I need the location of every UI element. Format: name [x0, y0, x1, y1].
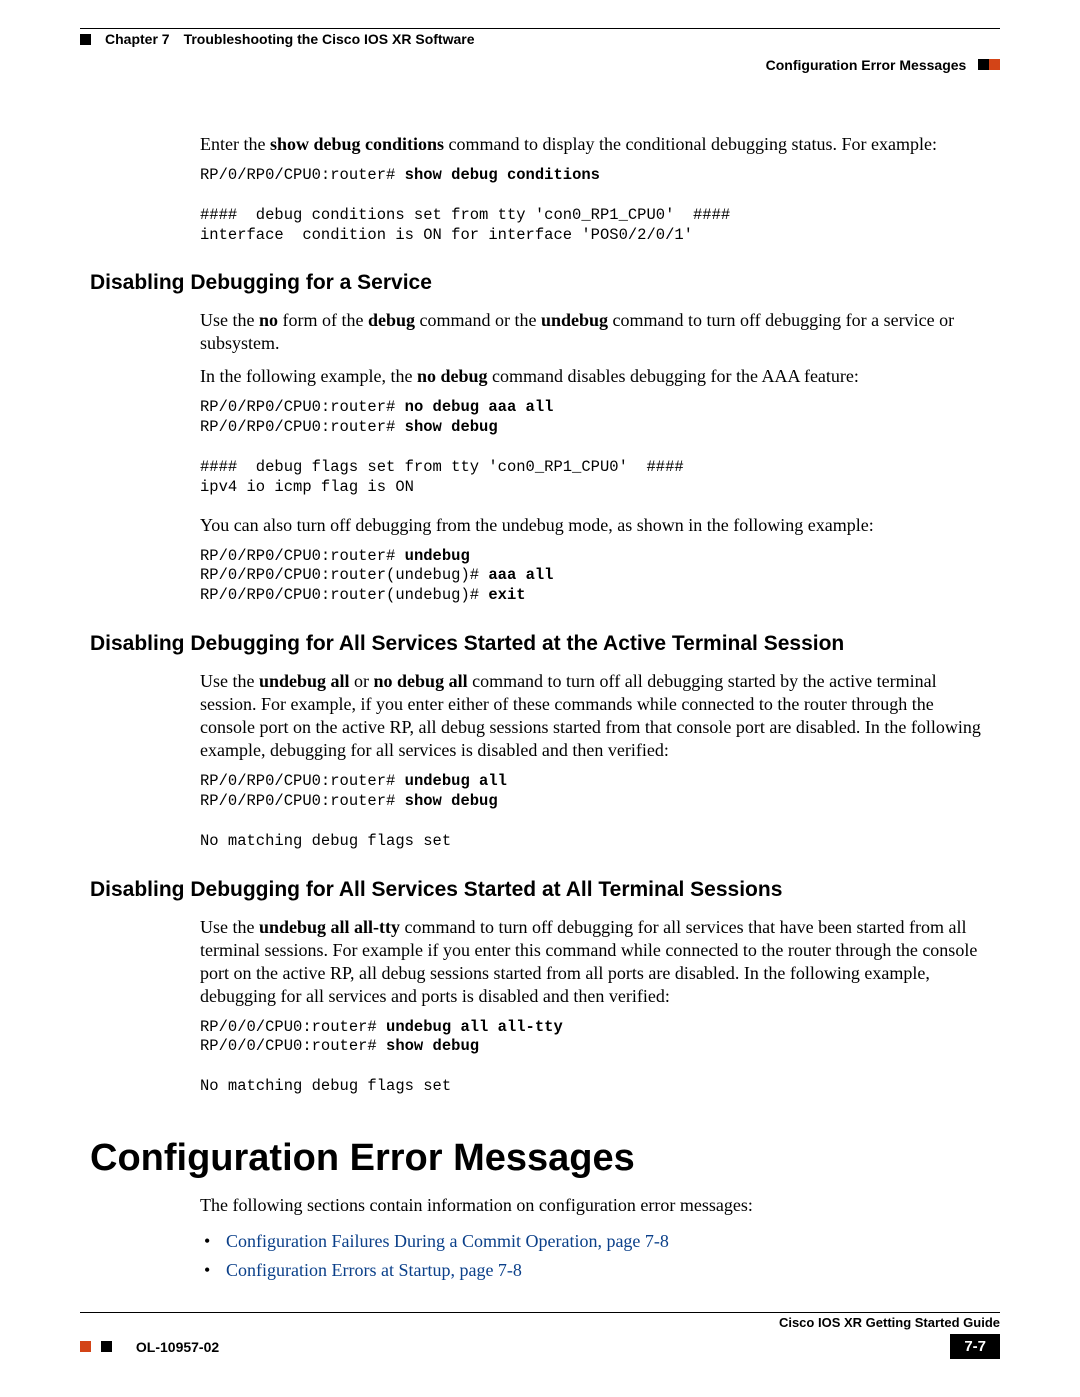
code-block: RP/0/0/CPU0:router# undebug all all-tty … [90, 1018, 990, 1097]
section-heading: Disabling Debugging for a Service [90, 271, 990, 295]
code-block: RP/0/RP0/CPU0:router# show debug conditi… [90, 166, 990, 245]
chapter-label: Chapter 7 [105, 31, 170, 47]
footer-marker-icon [101, 1341, 112, 1352]
page-header: Chapter 7 Troubleshooting the Cisco IOS … [80, 31, 1000, 47]
list-item: Configuration Failures During a Commit O… [226, 1227, 990, 1256]
page-number-badge: 7-7 [950, 1334, 1000, 1359]
section-label: Configuration Error Messages [766, 57, 967, 73]
list-item: Configuration Errors at Startup, page 7-… [226, 1256, 990, 1285]
section-heading: Disabling Debugging for All Services Sta… [90, 632, 990, 656]
code-block: RP/0/RP0/CPU0:router# undebug RP/0/RP0/C… [90, 547, 990, 606]
body-paragraph: You can also turn off debugging from the… [90, 514, 990, 537]
intro-text: Enter the show debug conditions command … [90, 133, 990, 156]
header-marker-icon [989, 59, 1000, 70]
body-paragraph: Use the undebug all all-tty command to t… [90, 916, 990, 1008]
main-content: Enter the show debug conditions command … [80, 73, 1000, 1285]
header-marker-icon [80, 34, 91, 45]
cross-reference-link[interactable]: Configuration Errors at Startup, page 7-… [226, 1260, 522, 1280]
page-footer: Cisco IOS XR Getting Started Guide OL-10… [80, 1312, 1000, 1359]
code-block: RP/0/RP0/CPU0:router# undebug all RP/0/R… [90, 772, 990, 851]
section-heading: Disabling Debugging for All Services Sta… [90, 878, 990, 902]
body-paragraph: In the following example, the no debug c… [90, 365, 990, 388]
chapter-title: Troubleshooting the Cisco IOS XR Softwar… [184, 31, 475, 47]
code-block: RP/0/RP0/CPU0:router# no debug aaa all R… [90, 398, 990, 497]
footer-doc-id: OL-10957-02 [136, 1339, 219, 1355]
body-paragraph: Use the undebug all or no debug all comm… [90, 670, 990, 762]
footer-guide-title: Cisco IOS XR Getting Started Guide [80, 1312, 1000, 1330]
link-list: Configuration Failures During a Commit O… [90, 1227, 990, 1285]
major-heading: Configuration Error Messages [90, 1137, 990, 1180]
footer-marker-icon [80, 1341, 91, 1352]
body-paragraph: Use the no form of the debug command or … [90, 309, 990, 355]
body-paragraph: The following sections contain informati… [90, 1194, 990, 1217]
cross-reference-link[interactable]: Configuration Failures During a Commit O… [226, 1231, 669, 1251]
header-marker-icon [978, 59, 989, 70]
